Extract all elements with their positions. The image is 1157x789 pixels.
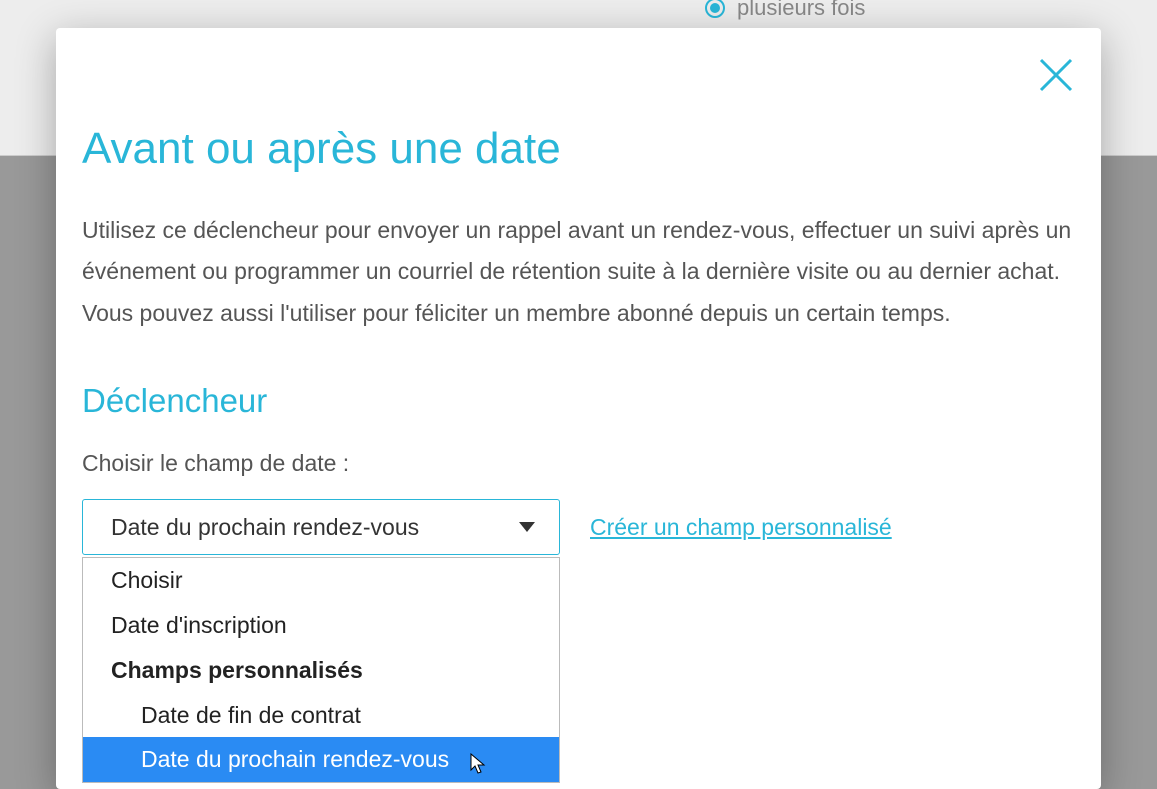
dropdown-option-next-appointment-date[interactable]: Date du prochain rendez-vous [83,737,559,782]
dropdown-option-contract-end-date[interactable]: Date de fin de contrat [83,693,559,738]
modal-dialog: Avant ou après une date Utilisez ce décl… [56,28,1101,789]
date-field-dropdown: Choisir Date d'inscription Champs person… [82,557,560,783]
dropdown-option-subscription-date[interactable]: Date d'inscription [83,603,559,648]
dropdown-group-custom-fields: Champs personnalisés [83,648,559,693]
trigger-section-title: Déclencheur [82,382,1075,420]
chevron-down-icon [519,522,535,532]
close-button[interactable] [1037,56,1075,99]
select-value: Date du prochain rendez-vous [111,514,419,541]
radio-label: plusieurs fois [737,0,865,21]
radio-dot-icon [710,3,720,13]
background-radio-option: plusieurs fois [705,0,865,21]
date-field-select[interactable]: Date du prochain rendez-vous [82,499,560,555]
field-row: Date du prochain rendez-vous Créer un ch… [82,499,1075,555]
date-field-label: Choisir le champ de date : [82,450,1075,477]
dropdown-option-choose[interactable]: Choisir [83,558,559,603]
radio-icon [705,0,725,18]
close-icon [1037,56,1075,94]
modal-description: Utilisez ce déclencheur pour envoyer un … [82,210,1075,334]
create-custom-field-link[interactable]: Créer un champ personnalisé [590,514,892,541]
modal-title: Avant ou après une date [82,124,1075,174]
